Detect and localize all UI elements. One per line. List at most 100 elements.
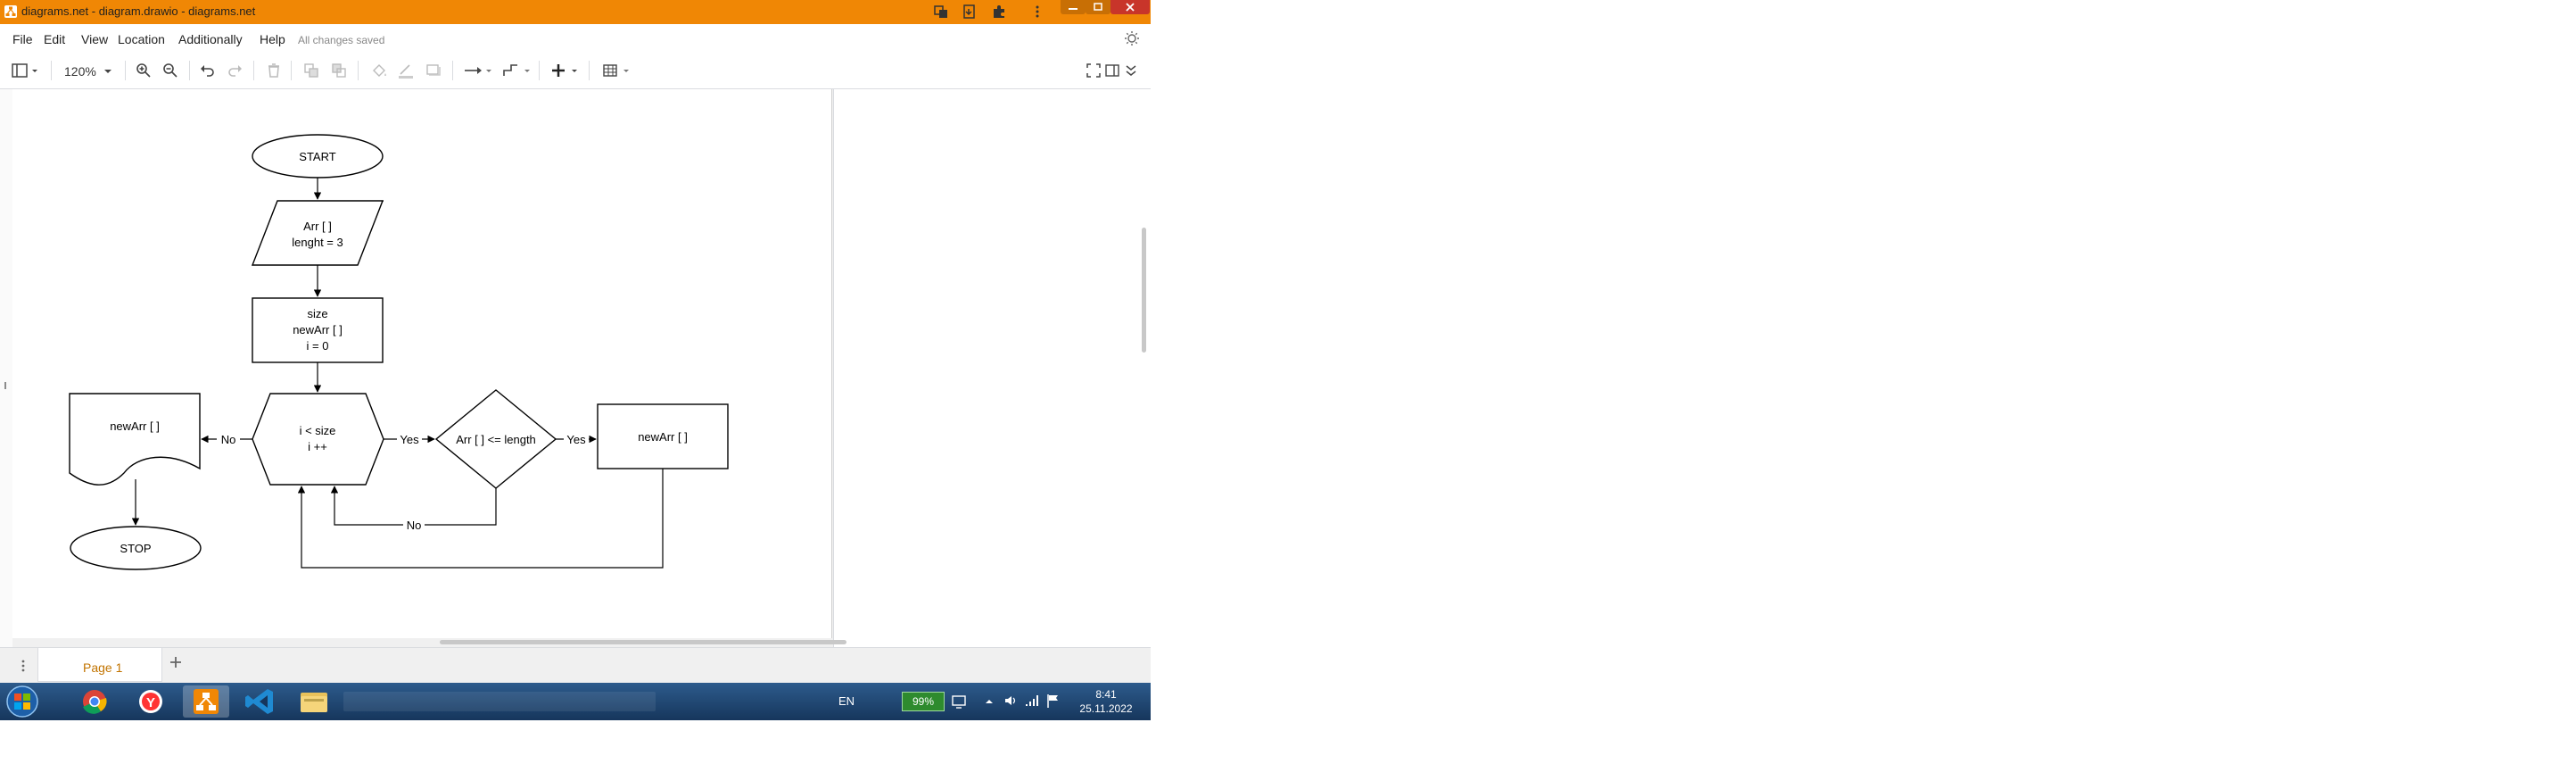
- add-page-icon[interactable]: [169, 655, 183, 669]
- init-label-line1: size: [307, 307, 327, 320]
- screen: diagrams.net - diagram.drawio - diagrams…: [0, 0, 1152, 720]
- to-back-icon[interactable]: [330, 62, 348, 79]
- system-clock[interactable]: 8:41 25.11.2022: [1070, 687, 1142, 716]
- yandex-browser-icon: Y: [139, 690, 162, 713]
- flowchart: START Arr [ ] lenght = 3 size newArr [ ]…: [69, 134, 729, 570]
- menu-edit[interactable]: Edit: [44, 32, 65, 46]
- shadow-icon[interactable]: [425, 62, 442, 79]
- format-panel-icon[interactable]: [1104, 62, 1120, 79]
- taskbar-window-strip[interactable]: [343, 692, 656, 711]
- display-icon[interactable]: [951, 693, 967, 710]
- vertical-scrollbar[interactable]: [1142, 228, 1146, 353]
- edge-label-yes-1: Yes: [400, 433, 419, 446]
- delete-icon[interactable]: [265, 62, 283, 79]
- fill-color-icon[interactable]: [370, 62, 388, 79]
- maximize-button[interactable]: [1086, 0, 1110, 14]
- loop-label-line2: i ++: [308, 440, 327, 453]
- assign-label: newArr [ ]: [638, 430, 688, 444]
- action-center-flag-icon[interactable]: [1045, 693, 1061, 709]
- edge-label-no-bottom: No: [407, 519, 422, 532]
- canvas-area: START Arr [ ] lenght = 3 size newArr [ ]…: [0, 89, 1152, 647]
- folder-icon: [301, 693, 327, 712]
- toolbar-separator: [253, 61, 254, 80]
- close-button[interactable]: [1110, 0, 1150, 14]
- minimize-icon: [1069, 8, 1077, 10]
- input-label-line2: lenght = 3: [292, 236, 343, 249]
- windows-start-icon[interactable]: [4, 685, 41, 718]
- edge-label-no-left: No: [221, 433, 236, 446]
- redo-icon[interactable]: [226, 62, 244, 79]
- toolbar-separator: [125, 61, 126, 80]
- volume-icon[interactable]: [1003, 693, 1019, 709]
- menu-file[interactable]: File: [12, 32, 33, 46]
- clock-time: 8:41: [1095, 688, 1117, 701]
- line-color-icon[interactable]: [397, 62, 415, 79]
- taskbar-chrome[interactable]: [71, 685, 118, 718]
- zoom-in-icon[interactable]: [135, 62, 153, 79]
- start-label: START: [299, 150, 335, 163]
- pages-menu-icon[interactable]: [20, 659, 27, 673]
- svg-text:Y: Y: [146, 695, 155, 710]
- toolbar-separator: [291, 61, 292, 80]
- tab-page-1[interactable]: Page 1: [37, 648, 162, 682]
- output-label: newArr [ ]: [110, 419, 160, 433]
- restore-icon: [1094, 3, 1102, 11]
- menu-view[interactable]: View: [81, 32, 108, 46]
- insert-plus-icon[interactable]: [550, 62, 581, 79]
- page-tabs-bar: Page 1: [0, 647, 1151, 684]
- stop-label: STOP: [120, 542, 151, 555]
- toolbar-separator: [189, 61, 190, 80]
- sidebar-expand-handle[interactable]: [0, 89, 12, 647]
- tray-expand-icon[interactable]: [983, 694, 995, 709]
- loop-label-line1: i < size: [300, 424, 336, 437]
- init-label-line2: newArr [ ]: [293, 323, 343, 336]
- menu-bar: File Edit View Location Additionally Hel…: [0, 24, 1151, 53]
- menu-additionally[interactable]: Additionally: [178, 32, 243, 46]
- theme-toggle-icon[interactable]: [1124, 30, 1140, 46]
- table-icon[interactable]: [602, 62, 632, 79]
- title-bar: diagrams.net - diagram.drawio - diagrams…: [0, 0, 1151, 24]
- waypoint-style-icon[interactable]: [501, 62, 532, 79]
- taskbar-drawio[interactable]: [183, 685, 229, 718]
- chevron-down-icon[interactable]: [103, 62, 113, 79]
- drawio-logo-icon: [4, 5, 17, 18]
- loop-hexagon-shape[interactable]: [252, 393, 384, 486]
- vscode-icon: [245, 689, 273, 714]
- close-icon: [1126, 3, 1135, 12]
- page-tab-label: Page 1: [83, 660, 123, 675]
- input-parallelogram-shape[interactable]: [251, 200, 384, 266]
- toolbar-separator: [358, 61, 359, 80]
- taskbar-vscode[interactable]: [237, 685, 284, 718]
- undo-icon[interactable]: [199, 62, 217, 79]
- format-panel-toggle[interactable]: [11, 62, 43, 79]
- diagram-page[interactable]: START Arr [ ] lenght = 3 size newArr [ ]…: [12, 89, 832, 638]
- translate-icon[interactable]: [933, 4, 949, 20]
- toolbar-separator: [51, 61, 52, 80]
- fullscreen-icon[interactable]: [1086, 62, 1102, 79]
- toolbar-separator: [589, 61, 590, 80]
- minimize-button[interactable]: [1061, 0, 1086, 14]
- zoom-out-icon[interactable]: [161, 62, 179, 79]
- collapse-chevrons-icon[interactable]: [1123, 62, 1139, 79]
- install-app-icon[interactable]: [962, 4, 978, 20]
- input-label-line1: Arr [ ]: [303, 220, 332, 233]
- toolbar-separator: [539, 61, 540, 80]
- more-menu-icon[interactable]: [1029, 4, 1045, 20]
- menu-location[interactable]: Location: [118, 32, 165, 46]
- output-document-shape[interactable]: [69, 393, 201, 486]
- taskbar-yandex[interactable]: Y: [128, 685, 174, 718]
- zoom-level[interactable]: 120%: [64, 64, 96, 79]
- network-signal-icon[interactable]: [1024, 693, 1040, 709]
- menu-help[interactable]: Help: [260, 32, 285, 46]
- extensions-icon[interactable]: [991, 4, 1007, 20]
- language-indicator[interactable]: EN: [838, 694, 855, 708]
- shapes-sidebar-collapsed[interactable]: [0, 89, 12, 647]
- sidebar-layout-icon: [12, 63, 37, 78]
- edge-label-yes-2: Yes: [566, 433, 586, 446]
- to-front-icon[interactable]: [302, 62, 320, 79]
- save-status[interactable]: All changes saved: [298, 34, 384, 46]
- taskbar-explorer[interactable]: [291, 685, 337, 718]
- horizontal-scrollbar[interactable]: [440, 640, 846, 644]
- battery-indicator[interactable]: 99%: [902, 692, 945, 711]
- connection-style-icon[interactable]: [463, 62, 493, 79]
